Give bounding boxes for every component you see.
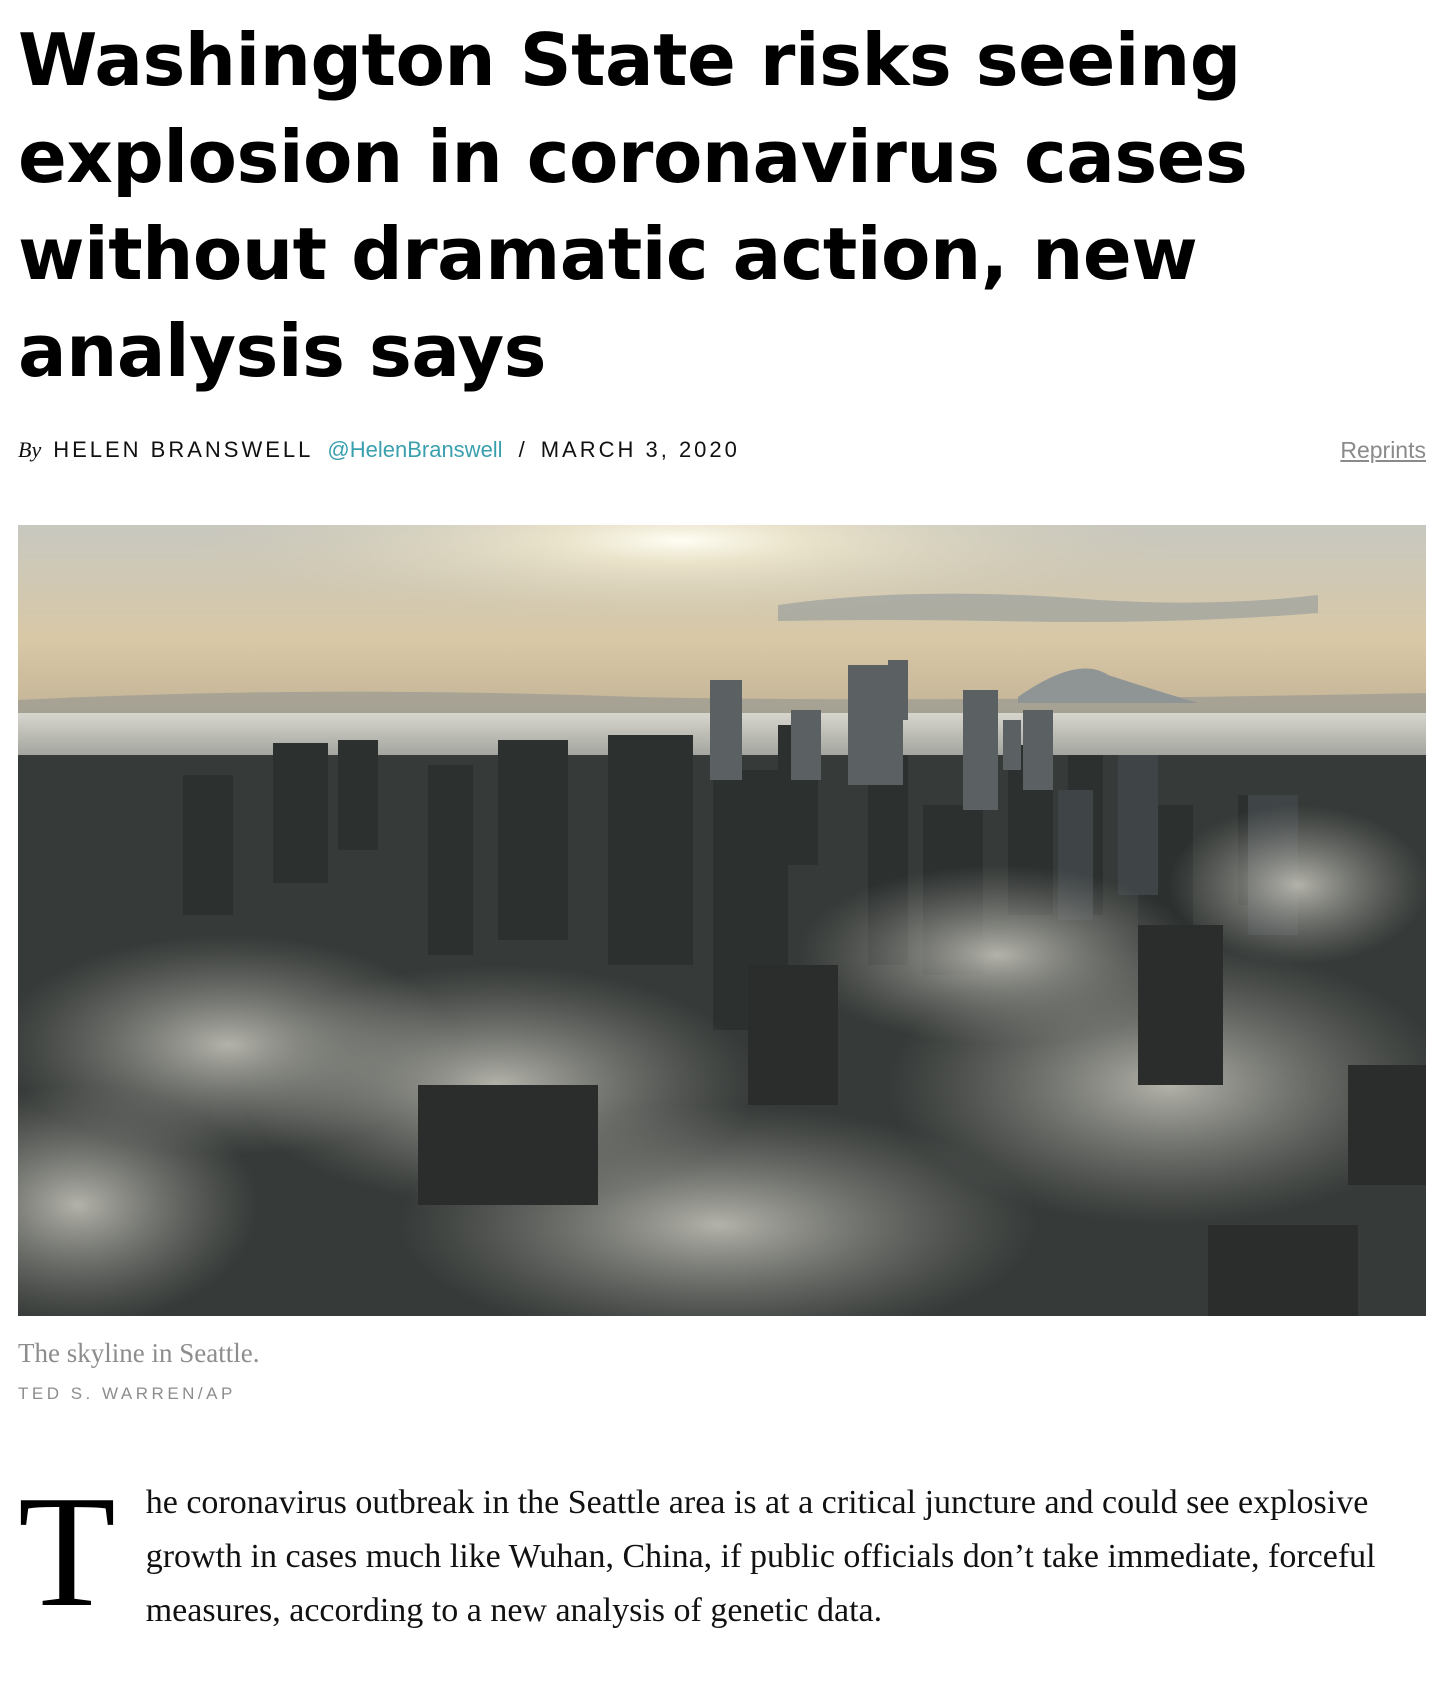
headline: Washington State risks seeing explosion … bbox=[18, 18, 1248, 393]
lead-paragraph: The coronavirus outbreak in the Seattle … bbox=[18, 1462, 1426, 1640]
publish-date: MARCH 3, 2020 bbox=[540, 437, 740, 462]
byline-by: By bbox=[18, 437, 42, 462]
byline-author[interactable]: HELEN BRANSWELL bbox=[53, 437, 313, 463]
byline-separator: / bbox=[518, 437, 525, 462]
author-twitter-link[interactable]: @HelenBranswell bbox=[327, 437, 502, 463]
seattle-skyline-image bbox=[18, 525, 1426, 1316]
byline: By HELEN BRANSWELL @HelenBranswell / MAR… bbox=[18, 434, 1426, 466]
photo-credit: TED S. WARREN/AP bbox=[18, 1384, 236, 1403]
photo-caption: The skyline in Seattle. bbox=[18, 1338, 260, 1368]
lead-paragraph-text: he coronavirus outbreak in the Seattle a… bbox=[145, 1484, 1376, 1629]
hero-photo bbox=[18, 525, 1426, 1316]
drop-cap: T bbox=[18, 1462, 116, 1640]
article: Washington State risks seeing explosion … bbox=[18, 0, 1426, 1631]
reprints-link[interactable]: Reprints bbox=[1340, 437, 1426, 464]
